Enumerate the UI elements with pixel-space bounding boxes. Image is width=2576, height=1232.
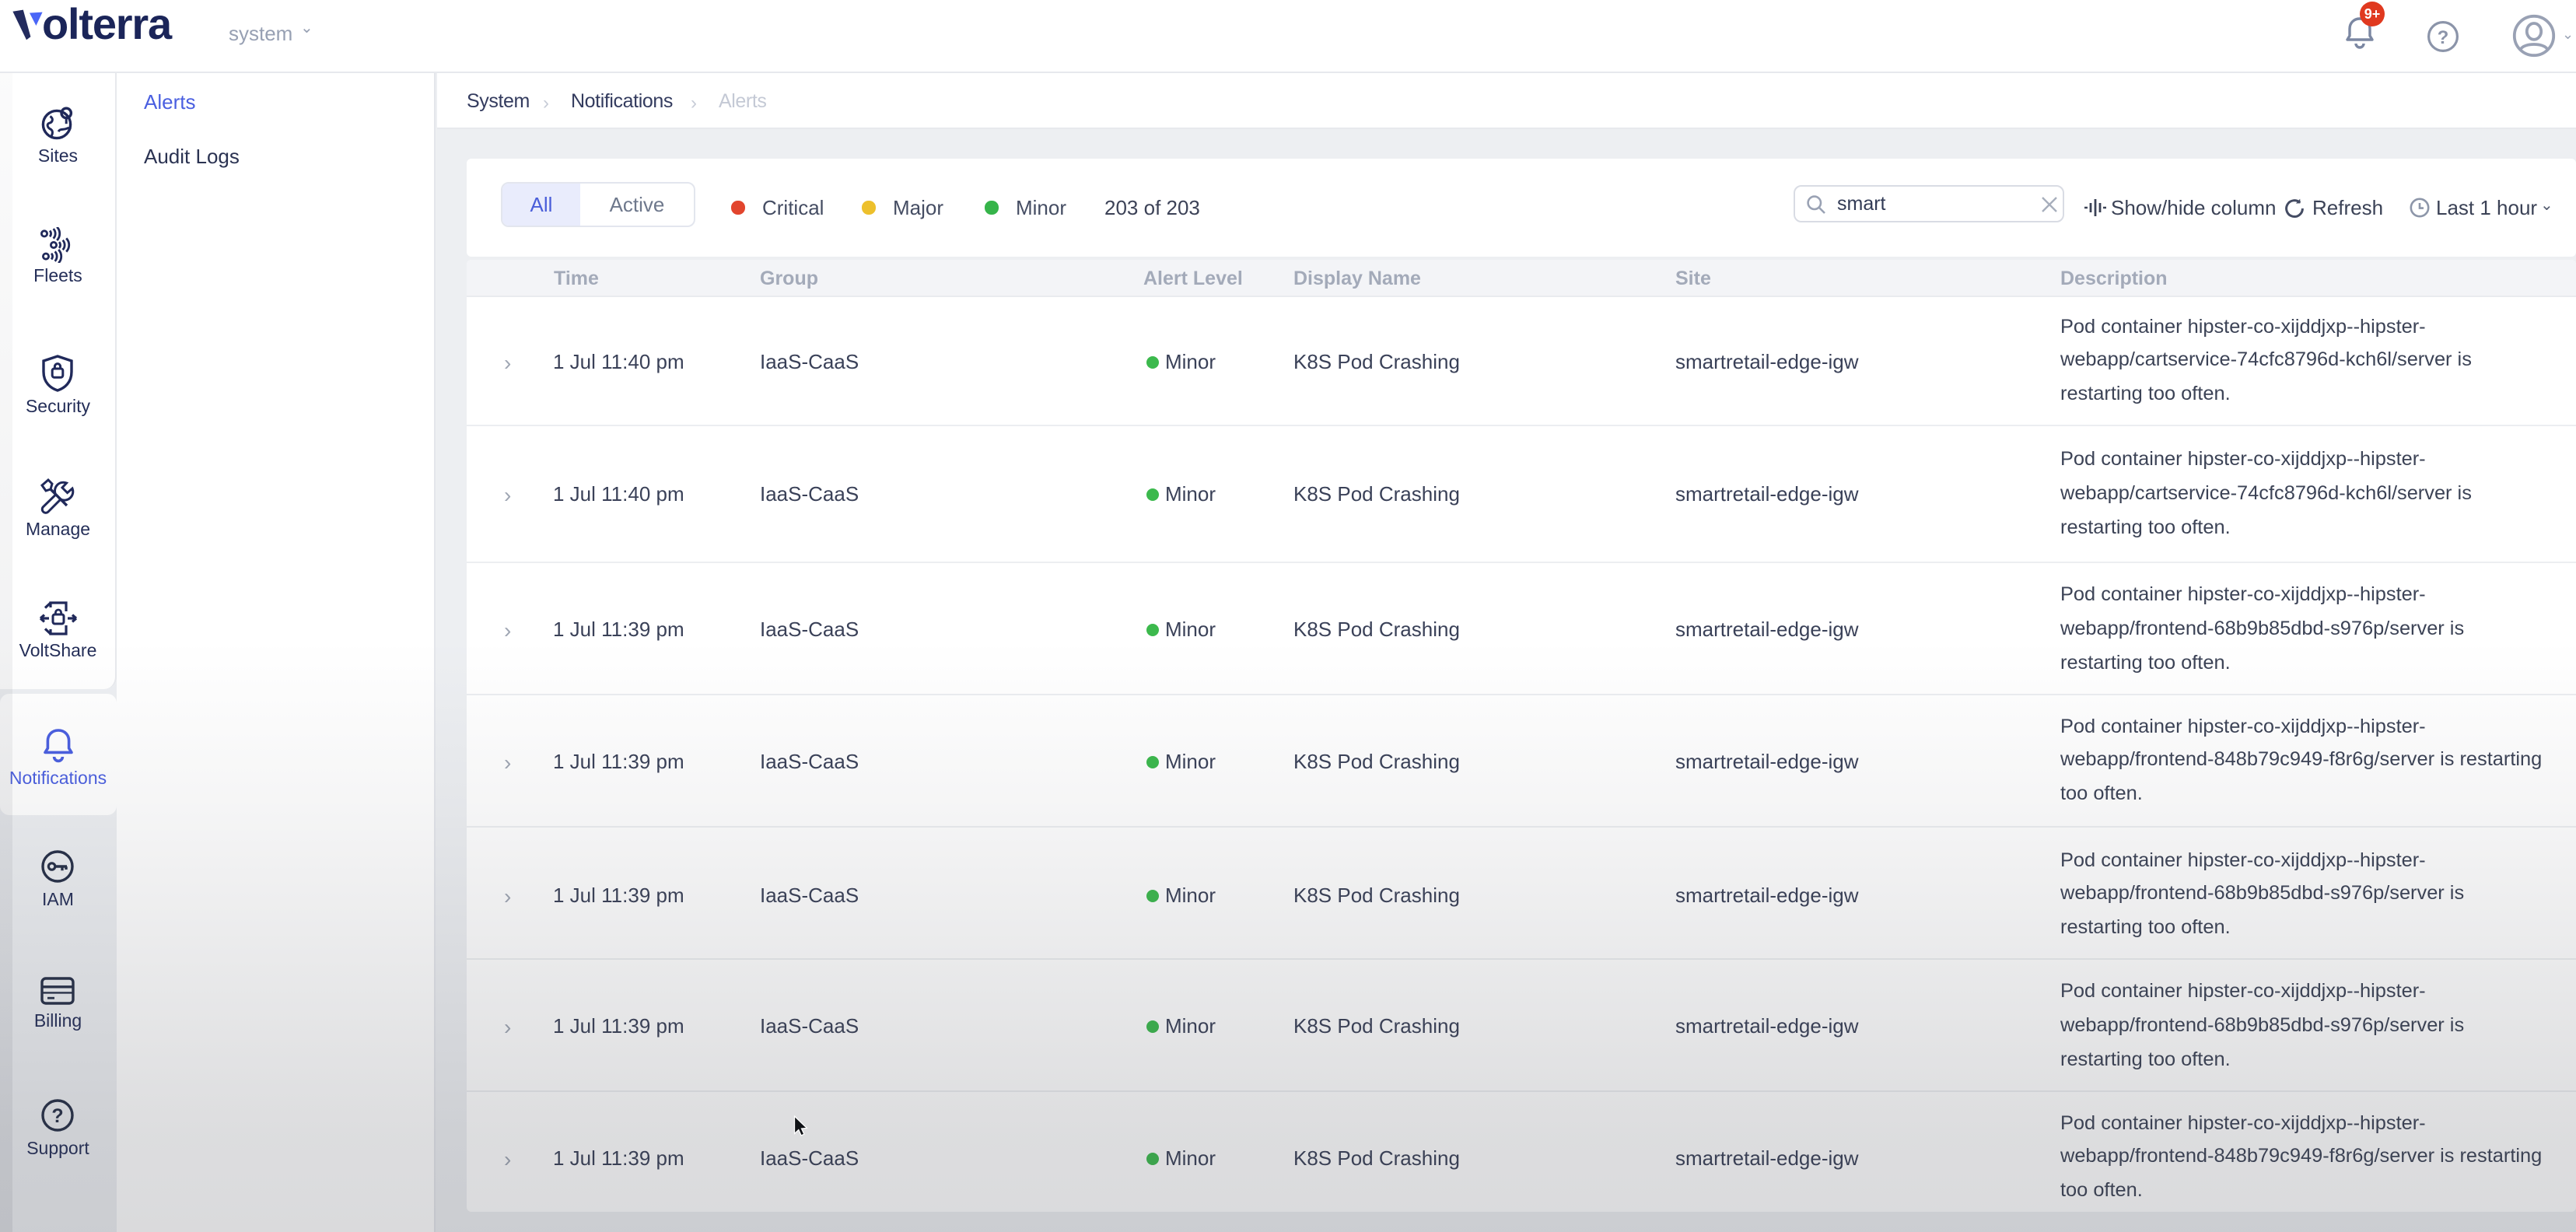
svg-text:?: ?: [52, 1104, 64, 1126]
svg-text:?: ?: [2438, 27, 2449, 48]
